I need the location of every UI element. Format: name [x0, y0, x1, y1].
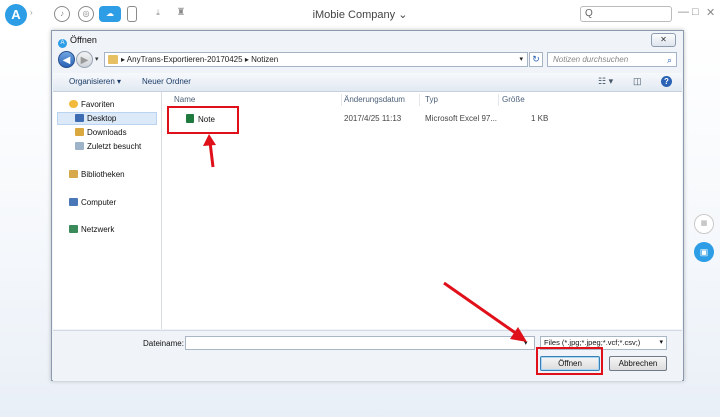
tutorial-arrows: [203, 134, 527, 342]
arrow-to-file: [208, 141, 215, 168]
arrow-to-open: [443, 281, 518, 336]
arrow-to-file-head: [203, 134, 216, 146]
